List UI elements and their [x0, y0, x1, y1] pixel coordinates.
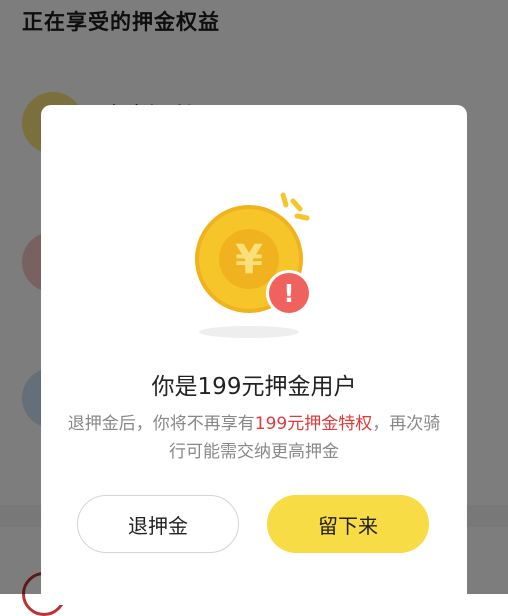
deposit-coin-illustration: ¥ ! — [195, 192, 312, 338]
dialog-title: 你是199元押金用户 — [151, 374, 357, 400]
message-text: 退押金后，你将不再享有 — [67, 414, 255, 434]
refund-deposit-dialog: ¥ ! 你是199元押金用户 退押金后，你将不再享有199元押金特权，再次骑行可… — [41, 105, 467, 605]
stay-button[interactable]: 留下来 — [267, 495, 429, 553]
exclamation-symbol: ! — [283, 279, 294, 308]
yuan-symbol: ¥ — [235, 237, 263, 283]
refund-deposit-button[interactable]: 退押金 — [77, 495, 239, 553]
deposit-privilege-highlight: 199元押金特权 — [254, 414, 373, 434]
coin-shadow — [199, 326, 299, 338]
dialog-message: 退押金后，你将不再享有199元押金特权，再次骑行可能需交纳更高押金 — [61, 410, 447, 466]
sparkle-icon — [280, 192, 310, 221]
